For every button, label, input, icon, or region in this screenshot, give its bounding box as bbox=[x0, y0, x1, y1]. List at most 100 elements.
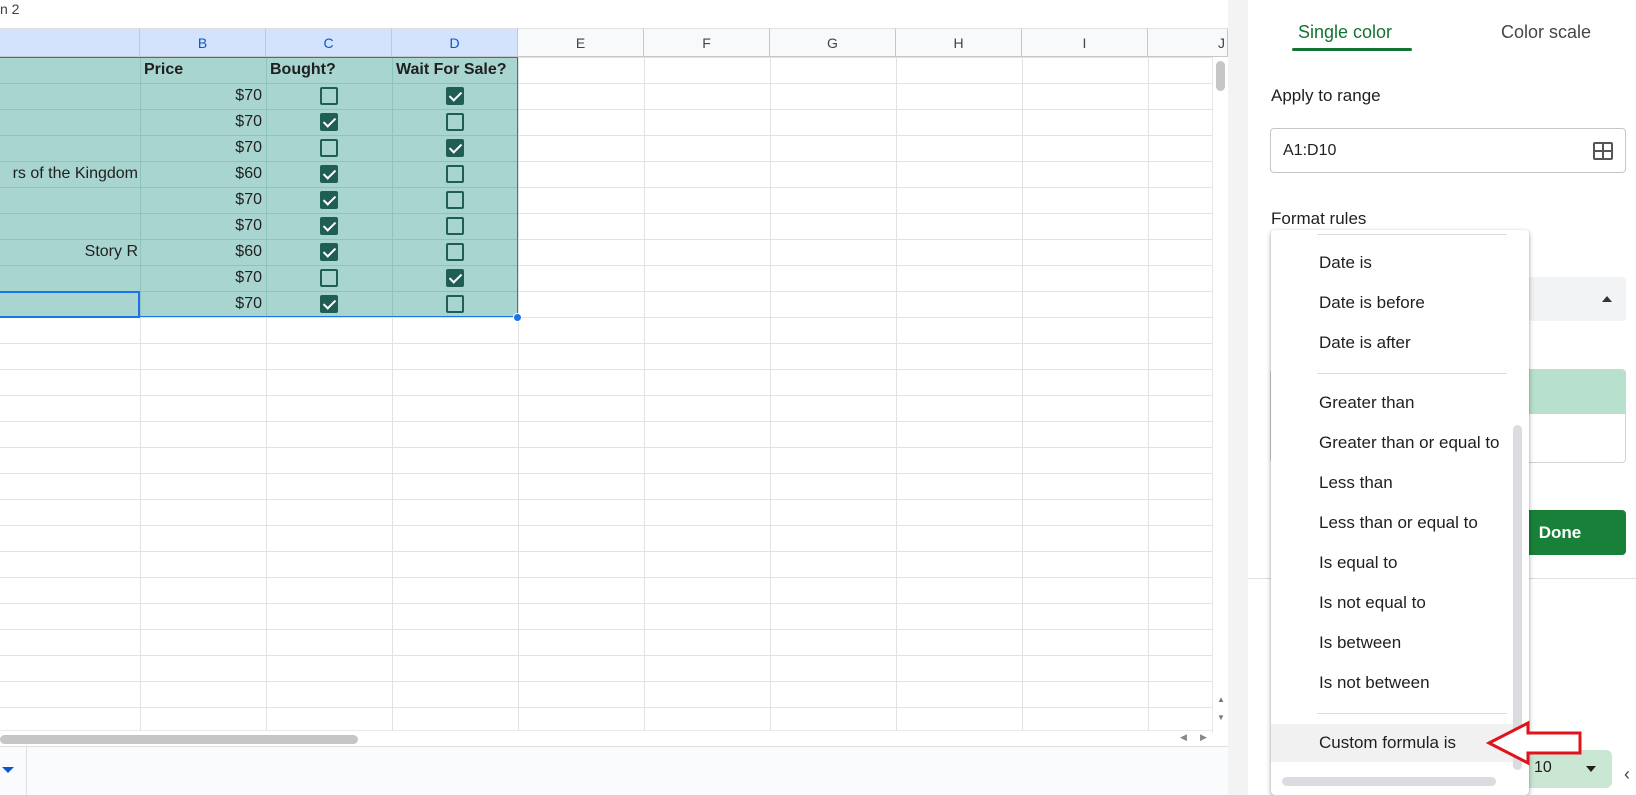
condition-dropdown-menu[interactable]: Date is Date is before Date is after Greate… bbox=[1271, 230, 1529, 795]
bought-checkbox[interactable] bbox=[320, 139, 338, 157]
gridline-horizontal bbox=[0, 707, 1212, 708]
format-rules-label: Format rules bbox=[1271, 209, 1367, 228]
wait-for-sale-checkbox[interactable] bbox=[446, 165, 464, 183]
gridline-horizontal bbox=[0, 369, 1212, 370]
horizontal-scrollbar[interactable]: ◀ ▶ bbox=[0, 730, 1212, 746]
gridline-horizontal bbox=[0, 421, 1212, 422]
cell-title[interactable]: Story R bbox=[85, 239, 138, 265]
cell-title[interactable]: rs of the Kingdom bbox=[13, 161, 138, 187]
column-header-g[interactable]: G bbox=[770, 28, 896, 57]
bought-checkbox[interactable] bbox=[320, 165, 338, 183]
gridline-horizontal bbox=[0, 473, 1212, 474]
bought-checkbox[interactable] bbox=[320, 269, 338, 287]
condition-option-is-equal-to[interactable]: Is equal to bbox=[1271, 544, 1513, 582]
menu-separator bbox=[1317, 373, 1507, 374]
bought-checkbox[interactable] bbox=[320, 87, 338, 105]
spreadsheet-grid[interactable]: n 2 B C D E F G H I J Price Bought? Wait… bbox=[0, 0, 1228, 795]
column-header-h[interactable]: H bbox=[896, 28, 1022, 57]
vertical-scrollbar[interactable]: ▲ ▼ bbox=[1212, 57, 1228, 733]
wait-for-sale-checkbox[interactable] bbox=[446, 269, 464, 287]
bought-checkbox[interactable] bbox=[320, 191, 338, 209]
apply-to-range-label: Apply to range bbox=[1271, 86, 1381, 105]
tab-single-color[interactable]: Single color bbox=[1298, 20, 1392, 44]
column-header-b[interactable]: B bbox=[140, 28, 266, 57]
cell-price[interactable]: $70 bbox=[140, 83, 262, 109]
condition-option-date-is-before[interactable]: Date is before bbox=[1271, 284, 1513, 322]
vertical-scroll-thumb[interactable] bbox=[1216, 61, 1225, 91]
wait-for-sale-checkbox[interactable] bbox=[446, 191, 464, 209]
cell-price[interactable]: $60 bbox=[140, 161, 262, 187]
gridline-horizontal bbox=[0, 681, 1212, 682]
fill-handle[interactable] bbox=[513, 313, 522, 322]
bought-checkbox[interactable] bbox=[320, 217, 338, 235]
cell-price[interactable]: $70 bbox=[140, 265, 262, 291]
gridline-horizontal bbox=[0, 655, 1212, 656]
screen: n 2 B C D E F G H I J Price Bought? Wait… bbox=[0, 0, 1636, 795]
wait-for-sale-checkbox[interactable] bbox=[446, 87, 464, 105]
tab-color-scale[interactable]: Color scale bbox=[1501, 20, 1591, 44]
bought-checkbox[interactable] bbox=[320, 243, 338, 261]
condition-select[interactable] bbox=[1528, 277, 1626, 321]
cell-price[interactable]: $70 bbox=[140, 135, 262, 161]
condition-option-less-than[interactable]: Less than bbox=[1271, 464, 1513, 502]
red-annotation-arrow-icon bbox=[1486, 720, 1582, 766]
sheet-tabs-divider bbox=[26, 747, 27, 795]
active-tab-indicator bbox=[1292, 48, 1412, 51]
range-value: A1:D10 bbox=[1283, 142, 1337, 159]
cell-price[interactable]: $60 bbox=[140, 239, 262, 265]
horizontal-scroll-thumb[interactable] bbox=[0, 735, 358, 744]
menu-vertical-scroll-thumb[interactable] bbox=[1513, 425, 1522, 770]
sheet-name-fragment: n 2 bbox=[0, 1, 20, 17]
gridline-horizontal bbox=[0, 395, 1212, 396]
chevron-down-icon bbox=[1586, 766, 1596, 772]
caret-up-icon bbox=[1602, 296, 1612, 302]
wait-for-sale-checkbox[interactable] bbox=[446, 295, 464, 313]
wait-for-sale-checkbox[interactable] bbox=[446, 243, 464, 261]
gridline-horizontal bbox=[0, 447, 1212, 448]
scroll-right-icon[interactable]: ▶ bbox=[1200, 732, 1207, 743]
column-header-e[interactable]: E bbox=[518, 28, 644, 57]
condition-option-date-is-after[interactable]: Date is after bbox=[1271, 324, 1513, 362]
column-header-c[interactable]: C bbox=[266, 28, 392, 57]
select-range-grid-icon[interactable] bbox=[1593, 142, 1613, 160]
column-header-a[interactable] bbox=[0, 28, 140, 57]
wait-for-sale-checkbox[interactable] bbox=[446, 217, 464, 235]
gridline-horizontal bbox=[0, 551, 1212, 552]
range-input[interactable]: A1:D10 bbox=[1270, 128, 1626, 173]
scroll-up-icon[interactable]: ▲ bbox=[1216, 695, 1226, 704]
bought-checkbox[interactable] bbox=[320, 113, 338, 131]
condition-option-date-is[interactable]: Date is bbox=[1271, 244, 1513, 282]
scroll-down-icon[interactable]: ▼ bbox=[1216, 713, 1226, 722]
column-header-d[interactable]: D bbox=[392, 28, 518, 57]
bought-checkbox[interactable] bbox=[320, 295, 338, 313]
cell-price[interactable]: $70 bbox=[140, 187, 262, 213]
active-cell[interactable] bbox=[0, 291, 140, 318]
condition-option-greater-than-or-equal-to[interactable]: Greater than or equal to bbox=[1271, 424, 1513, 462]
gridline-horizontal bbox=[0, 343, 1212, 344]
gridline-horizontal bbox=[0, 577, 1212, 578]
menu-horizontal-scroll-thumb[interactable] bbox=[1282, 777, 1496, 786]
cell-price[interactable]: $70 bbox=[140, 291, 262, 317]
panel-gutter bbox=[1228, 0, 1248, 795]
condition-option-less-than-or-equal-to[interactable]: Less than or equal to bbox=[1271, 504, 1513, 542]
header-bought[interactable]: Bought? bbox=[270, 57, 336, 83]
header-wait-for-sale[interactable]: Wait For Sale? bbox=[396, 57, 507, 83]
menu-separator bbox=[1317, 234, 1507, 235]
column-header-j[interactable]: J bbox=[1148, 28, 1228, 57]
condition-option-custom-formula-is[interactable]: Custom formula is bbox=[1271, 724, 1513, 762]
cell-price[interactable]: $70 bbox=[140, 213, 262, 239]
condition-option-is-between[interactable]: Is between bbox=[1271, 624, 1513, 662]
scroll-left-icon[interactable]: ◀ bbox=[1180, 732, 1187, 743]
cell-price[interactable]: $70 bbox=[140, 109, 262, 135]
collapse-panel-chevron-left-icon[interactable]: ‹ bbox=[1624, 764, 1630, 785]
wait-for-sale-checkbox[interactable] bbox=[446, 113, 464, 131]
header-price[interactable]: Price bbox=[144, 57, 183, 83]
sheet-menu-chevron-down-icon[interactable] bbox=[2, 767, 14, 773]
condition-option-is-not-between[interactable]: Is not between bbox=[1271, 664, 1513, 702]
condition-option-greater-than[interactable]: Greater than bbox=[1271, 384, 1513, 422]
wait-for-sale-checkbox[interactable] bbox=[446, 139, 464, 157]
gridline-horizontal bbox=[0, 499, 1212, 500]
column-header-f[interactable]: F bbox=[644, 28, 770, 57]
condition-option-is-not-equal-to[interactable]: Is not equal to bbox=[1271, 584, 1513, 622]
column-header-i[interactable]: I bbox=[1022, 28, 1148, 57]
